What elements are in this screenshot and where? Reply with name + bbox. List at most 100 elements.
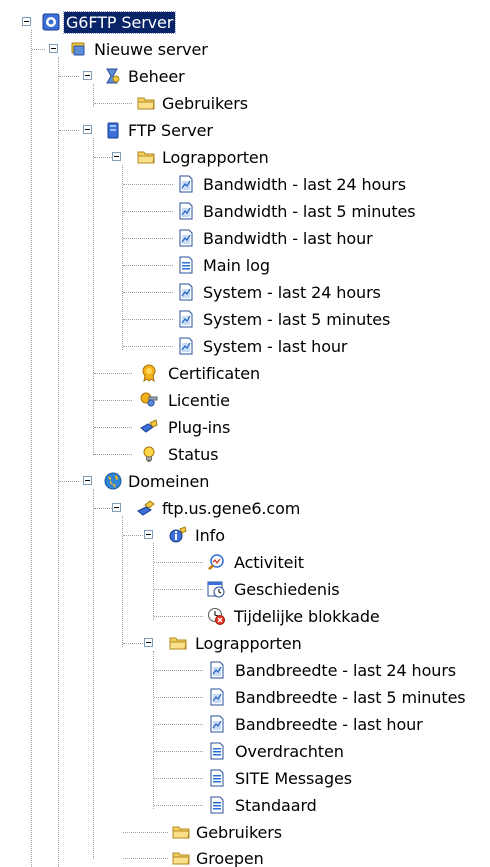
folder-icon <box>172 849 190 867</box>
chart-document-icon <box>177 175 195 193</box>
tree-connector-line <box>154 697 203 698</box>
tree-node-licentie[interactable]: Licentie <box>0 387 490 414</box>
tree-node-beheer[interactable]: Beheer <box>0 63 490 90</box>
tree-node-domain-log[interactable]: SITE Messages <box>0 765 490 792</box>
tree-connector-line <box>123 238 173 239</box>
tree-connector-line <box>123 319 173 320</box>
tree-node-label: Nieuwe server <box>94 40 208 59</box>
tree-node-label: Licentie <box>168 391 230 410</box>
tree-node-label: Status <box>168 445 219 464</box>
chart-document-icon <box>177 283 195 301</box>
tree-node-domain-log[interactable]: Overdrachten <box>0 738 490 765</box>
tree-node-log[interactable]: Bandwidth - last 24 hours <box>0 171 490 198</box>
collapse-toggle[interactable] <box>83 71 92 80</box>
chart-document-icon <box>208 715 226 733</box>
tree-connector-line <box>94 508 112 509</box>
tree-connector-line <box>94 373 132 374</box>
temporary-block-icon <box>207 607 225 625</box>
collapse-toggle[interactable] <box>144 638 153 647</box>
tree-node-label: Lograpporten <box>162 148 269 167</box>
tree-connector-line <box>154 589 203 590</box>
server-icon <box>70 40 88 58</box>
tree-node-log[interactable]: Bandwidth - last hour <box>0 225 490 252</box>
collapse-toggle[interactable] <box>22 17 31 26</box>
tree-node-plugins[interactable]: Plug-ins <box>0 414 490 441</box>
tree-node-label: Overdrachten <box>235 742 344 761</box>
tree-connector-line <box>59 76 79 77</box>
tree-node-domain-gebruikers[interactable]: Gebruikers <box>0 819 490 846</box>
tree-node-label: Activiteit <box>234 553 304 572</box>
history-icon <box>207 580 225 598</box>
tree-node-log[interactable]: System - last 5 minutes <box>0 306 490 333</box>
tree-node-label: Plug-ins <box>168 418 231 437</box>
admin-icon <box>104 67 122 85</box>
globe-icon <box>104 472 122 490</box>
text-document-icon <box>177 256 195 274</box>
tree-connector-line <box>94 157 112 158</box>
tree-node-log[interactable]: Bandwidth - last 5 minutes <box>0 198 490 225</box>
tree-node-domain-lograpporten[interactable]: Lograpporten <box>0 630 490 657</box>
collapse-toggle[interactable] <box>83 476 92 485</box>
chart-document-icon <box>177 202 195 220</box>
tree-node-domeinen[interactable]: Domeinen <box>0 468 490 495</box>
server-tree[interactable]: G6FTP Server Nieuwe server Beheer Gebrui… <box>0 0 490 867</box>
collapse-toggle[interactable] <box>112 503 121 512</box>
license-key-icon <box>140 391 158 409</box>
tree-node-label: Domeinen <box>128 472 210 491</box>
certificate-icon <box>140 364 158 382</box>
tree-node-certificaten[interactable]: Certificaten <box>0 360 490 387</box>
info-icon <box>169 526 187 544</box>
ftp-server-icon <box>104 121 122 139</box>
chart-document-icon <box>177 229 195 247</box>
collapse-toggle[interactable] <box>49 44 58 53</box>
tree-node-label: System - last 24 hours <box>203 283 381 302</box>
tree-node-info-item[interactable]: Tijdelijke blokkade <box>0 603 490 630</box>
tree-node-domain-log[interactable]: Bandbreedte - last 5 minutes <box>0 684 490 711</box>
tree-node-label: Certificaten <box>168 364 261 383</box>
tree-node-groepen[interactable]: Groepen <box>0 845 490 867</box>
tree-node-label: ftp.us.gene6.com <box>162 499 301 518</box>
tree-node-label: Groepen <box>196 849 264 867</box>
tree-connector-line <box>154 805 203 806</box>
tree-node-ftp-server[interactable]: FTP Server <box>0 117 490 144</box>
text-document-icon <box>208 769 226 787</box>
collapse-toggle[interactable] <box>144 530 153 539</box>
tree-node-label: Gebruikers <box>196 823 283 842</box>
collapse-toggle[interactable] <box>83 125 92 134</box>
tree-node-label: SITE Messages <box>235 769 353 788</box>
tree-node-info-item[interactable]: Geschiedenis <box>0 576 490 603</box>
tree-connector-line <box>32 49 45 50</box>
collapse-toggle[interactable] <box>112 152 121 161</box>
tree-connector-line <box>154 751 203 752</box>
tree-node-nieuwe-server[interactable]: Nieuwe server <box>0 36 490 63</box>
tree-node-log[interactable]: Main log <box>0 252 490 279</box>
activity-icon <box>207 553 225 571</box>
tree-node-g6ftp-server[interactable]: G6FTP Server <box>0 9 490 36</box>
tree-node-label: Bandwidth - last 24 hours <box>203 175 407 194</box>
tree-node-label: System - last 5 minutes <box>203 310 391 329</box>
tree-connector-line <box>123 265 173 266</box>
tree-node-status[interactable]: Status <box>0 441 490 468</box>
tree-connector-line <box>59 130 79 131</box>
tree-node-domain-log[interactable]: Bandbreedte - last 24 hours <box>0 657 490 684</box>
tree-node-label: Standaard <box>235 796 317 815</box>
chart-document-icon <box>177 310 195 328</box>
plugin-icon <box>140 418 158 436</box>
tree-node-label: Bandbreedte - last 5 minutes <box>235 688 466 707</box>
tree-connector-line <box>123 858 168 859</box>
tree-node-info-item[interactable]: Activiteit <box>0 549 490 576</box>
tree-node-domain[interactable]: ftp.us.gene6.com <box>0 495 490 522</box>
tree-node-domain-log[interactable]: Standaard <box>0 792 490 819</box>
tree-node-domain-log[interactable]: Bandbreedte - last hour <box>0 711 490 738</box>
tree-node-label: FTP Server <box>128 121 213 140</box>
tree-node-log[interactable]: System - last 24 hours <box>0 279 490 306</box>
tree-node-beheer-gebruikers[interactable]: Gebruikers <box>0 90 490 117</box>
tree-node-label: Lograpporten <box>195 634 302 653</box>
tree-node-log[interactable]: System - last hour <box>0 333 490 360</box>
chart-document-icon <box>208 688 226 706</box>
server-admin-icon <box>42 13 60 31</box>
tree-node-label: Main log <box>203 256 270 275</box>
tree-connector-line <box>94 427 132 428</box>
tree-node-info[interactable]: Info <box>0 522 490 549</box>
tree-node-lograpporten[interactable]: Lograpporten <box>0 144 490 171</box>
